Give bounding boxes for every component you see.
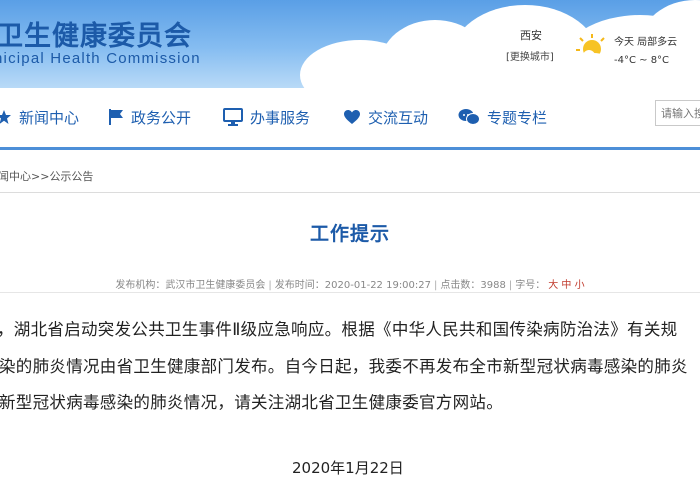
site-subtitle: nicipal Health Commission bbox=[0, 50, 201, 67]
article-date: 2020年1月22日 bbox=[292, 459, 404, 477]
meta-separator: | bbox=[268, 280, 272, 291]
switch-city-link[interactable]: [更换城市] bbox=[506, 48, 554, 63]
nav-item-news[interactable]: 新闻中心 bbox=[0, 105, 79, 129]
weather-city: 西安 bbox=[520, 29, 542, 42]
weather-today: 今天 局部多云 bbox=[614, 37, 678, 48]
nav-label: 办事服务 bbox=[250, 108, 311, 127]
partly-cloudy-sun-icon bbox=[576, 34, 607, 65]
article-title: 工作提示 bbox=[309, 223, 390, 245]
breadcrumb-news-center[interactable]: 闻中心 bbox=[0, 170, 31, 183]
flag-icon bbox=[109, 109, 123, 125]
article-paragraph-line: ，湖北省启动突发公共卫生事件Ⅱ级应急响应。根据《中华人民共和国传染病防治法》有关… bbox=[0, 320, 678, 339]
main-nav: 新闻中心 政务公开 办事服务 交流互动 专题专栏 bbox=[0, 88, 700, 144]
meta-font-label: 字号： bbox=[515, 280, 546, 291]
breadcrumb-divider bbox=[0, 192, 700, 193]
meta-time-label: 发布时间： bbox=[274, 280, 325, 291]
nav-item-interaction[interactable]: 交流互动 bbox=[343, 105, 428, 129]
meta-time: 2020-01-22 19:00:27 bbox=[324, 280, 432, 291]
font-size-controls[interactable]: 大 中 小 bbox=[548, 280, 584, 291]
nav-label: 新闻中心 bbox=[19, 108, 80, 127]
nav-item-special-topics[interactable]: 专题专栏 bbox=[458, 105, 547, 129]
nav-divider bbox=[0, 147, 700, 150]
nav-label: 政务公开 bbox=[131, 108, 192, 127]
chat-icon bbox=[458, 109, 480, 125]
article-paragraph-line: 染的肺炎情况由省卫生健康部门发布。自今日起，我委不再发布全市新型冠状病毒感染的肺… bbox=[0, 357, 688, 376]
site-title[interactable]: 卫生健康委员会 bbox=[0, 14, 192, 53]
meta-clicks-label: 点击数： bbox=[440, 280, 481, 291]
meta-clicks: 3988 bbox=[480, 280, 506, 291]
meta-separator: | bbox=[434, 280, 438, 291]
monitor-icon bbox=[223, 108, 243, 126]
article-meta: 发布机构：武汉市卫生健康委员会 | 发布时间：2020-01-22 19:00:27… bbox=[0, 276, 700, 291]
nav-item-government-affairs[interactable]: 政务公开 bbox=[108, 105, 191, 129]
nav-label: 交流互动 bbox=[368, 108, 429, 127]
meta-source: 武汉市卫生健康委员会 bbox=[165, 280, 266, 291]
article-paragraph-line: 新型冠状病毒感染的肺炎情况，请关注湖北省卫生健康委官方网站。 bbox=[0, 393, 503, 412]
site-header: 卫生健康委员会 nicipal Health Commission 西安 [更换… bbox=[0, 0, 700, 88]
meta-divider bbox=[0, 292, 700, 293]
heart-icon bbox=[344, 110, 360, 124]
breadcrumb: 闻中心>>公示公告 bbox=[0, 168, 93, 184]
breadcrumb-separator: >> bbox=[31, 170, 50, 183]
weather-temperature: -4°C ~ 8°C bbox=[614, 55, 670, 66]
meta-source-label: 发布机构： bbox=[115, 280, 166, 291]
search-input[interactable] bbox=[655, 100, 700, 126]
nav-label: 专题专栏 bbox=[487, 108, 548, 127]
star-icon bbox=[0, 110, 11, 124]
meta-separator: | bbox=[508, 280, 513, 291]
nav-item-services[interactable]: 办事服务 bbox=[223, 105, 310, 129]
breadcrumb-announcements[interactable]: 公示公告 bbox=[49, 170, 93, 183]
